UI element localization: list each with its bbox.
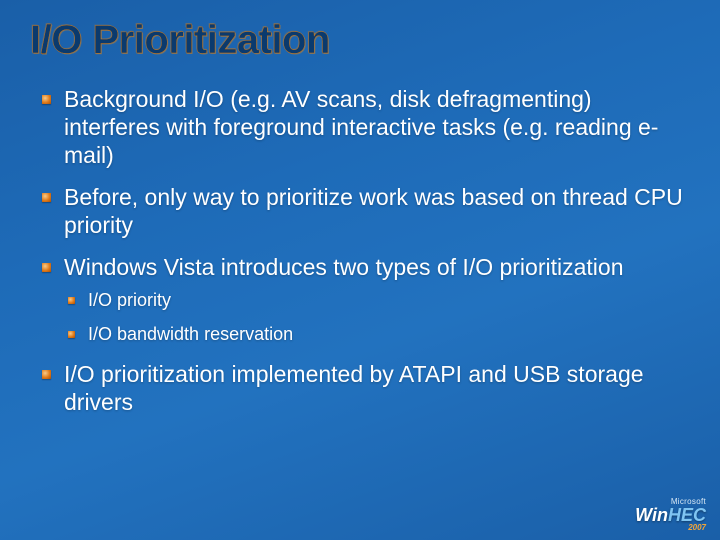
sub-bullet-item: I/O priority	[64, 289, 690, 312]
bullet-item: I/O prioritization implemented by ATAPI …	[36, 360, 690, 416]
brand-label: WinHEC	[635, 506, 706, 524]
bullet-item: Background I/O (e.g. AV scans, disk defr…	[36, 85, 690, 169]
bullet-item: Windows Vista introduces two types of I/…	[36, 253, 690, 346]
sub-bullet-item: I/O bandwidth reservation	[64, 323, 690, 346]
brand-part-a: Win	[635, 505, 668, 525]
slide-title: I/O Prioritization	[30, 18, 690, 63]
sub-bullet-list: I/O priority I/O bandwidth reservation	[64, 289, 690, 346]
bullet-list: Background I/O (e.g. AV scans, disk defr…	[30, 85, 690, 416]
slide: I/O Prioritization Background I/O (e.g. …	[0, 0, 720, 540]
brand-part-b: HEC	[668, 505, 706, 525]
bullet-text: Windows Vista introduces two types of I/…	[64, 254, 623, 280]
footer-logo: Microsoft WinHEC 2007	[635, 498, 706, 532]
bullet-item: Before, only way to prioritize work was …	[36, 183, 690, 239]
year-label: 2007	[669, 524, 706, 532]
